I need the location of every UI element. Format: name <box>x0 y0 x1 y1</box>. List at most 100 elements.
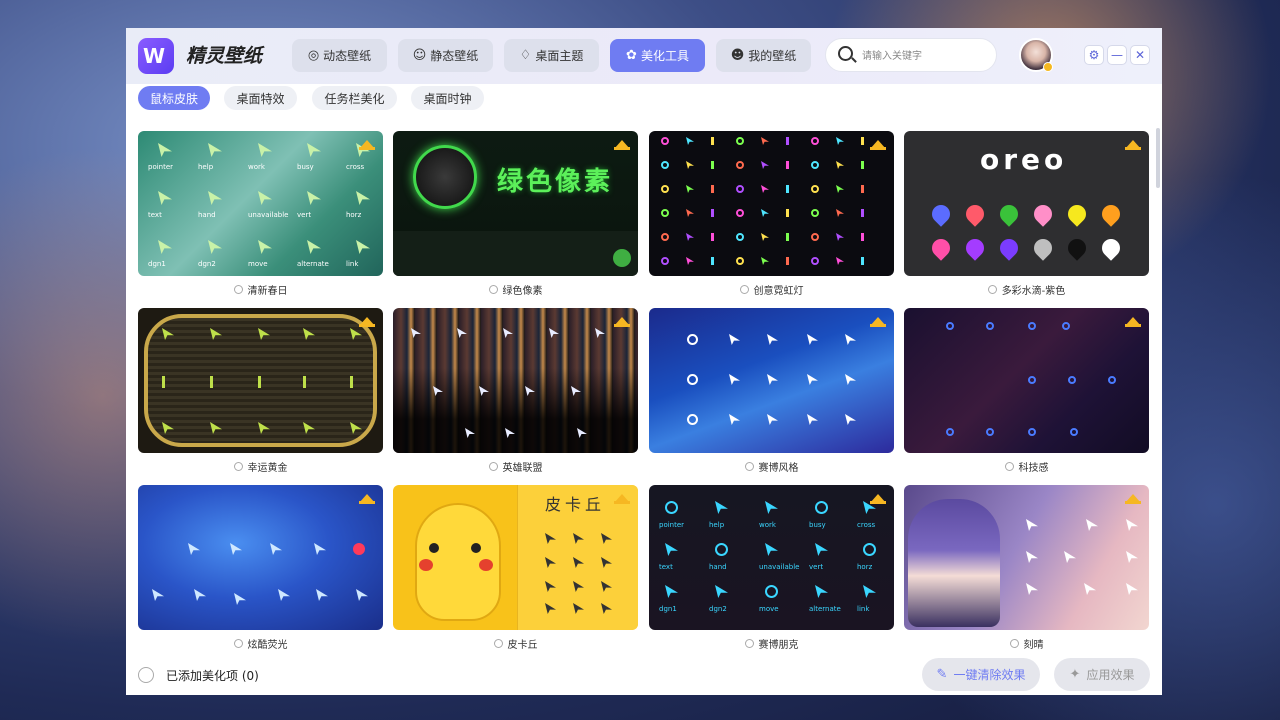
cursor-glyph-icon <box>1026 583 1038 595</box>
cursor-glyph-icon <box>208 191 222 205</box>
premium-crown-icon <box>614 315 630 327</box>
skin-thumbnail[interactable]: pointer help work busy cross text hand unavaila… <box>649 485 894 630</box>
skin-card[interactable]: 幸运黄金 <box>138 308 383 476</box>
skin-thumbnail[interactable] <box>138 485 383 630</box>
skin-label[interactable]: 英雄联盟 <box>393 458 638 474</box>
skin-card[interactable]: 英雄联盟 <box>393 308 638 476</box>
cursor-label: link <box>857 605 870 613</box>
select-radio[interactable] <box>488 461 498 471</box>
skin-thumbnail[interactable] <box>649 131 894 276</box>
skin-thumbnail[interactable] <box>904 308 1149 453</box>
cursor-glyph-icon <box>767 414 778 425</box>
cursor-label: cross <box>346 163 365 171</box>
skin-name: 幸运黄金 <box>247 462 288 474</box>
cursor-glyph-icon <box>1084 583 1096 595</box>
cursor-glyph-icon <box>307 191 321 205</box>
skin-label[interactable]: 赛博风格 <box>649 458 894 474</box>
skin-label[interactable]: 幸运黄金 <box>138 458 383 474</box>
skin-thumbnail[interactable] <box>393 308 638 453</box>
subtab-desktop-effects[interactable]: 桌面特效 <box>224 86 297 110</box>
skin-label[interactable]: 清新春日 <box>138 281 383 297</box>
select-all-radio[interactable] <box>138 667 154 683</box>
apply-effects-button[interactable]: ✦ 应用效果 <box>1054 658 1150 691</box>
cursor-glyph-icon <box>687 374 698 385</box>
tab-label: 桌面主题 <box>535 49 584 63</box>
skin-thumbnail[interactable]: 皮卡丘 <box>393 485 638 630</box>
tab-static-wallpaper[interactable]: ☺ 静态壁纸 <box>398 39 493 72</box>
cursor-glyph-icon <box>811 137 819 145</box>
cursor-glyph-icon <box>711 209 714 217</box>
select-radio[interactable] <box>987 284 997 294</box>
scrollbar[interactable] <box>1156 128 1160 188</box>
cursor-glyph-icon <box>549 328 559 338</box>
select-radio[interactable] <box>739 284 749 294</box>
select-radio[interactable] <box>233 638 243 648</box>
skin-card[interactable]: 刻晴 <box>904 485 1149 653</box>
select-radio[interactable] <box>233 461 243 471</box>
cursor-glyph-icon <box>314 543 326 555</box>
skin-card[interactable]: pointer help work busy cross text hand unavaila… <box>138 131 383 299</box>
cursor-glyph-icon <box>1028 322 1036 330</box>
skin-card[interactable]: pointer help work busy cross text hand unavaila… <box>649 485 894 653</box>
skin-thumbnail[interactable] <box>904 485 1149 630</box>
select-radio[interactable] <box>1009 638 1019 648</box>
close-button[interactable]: ✕ <box>1130 45 1150 65</box>
tab-my-wallpaper[interactable]: ☻ 我的壁纸 <box>716 39 811 72</box>
minimize-button[interactable]: — <box>1107 45 1127 65</box>
cursor-label: dgn1 <box>148 260 166 268</box>
cursor-glyph-icon <box>210 376 213 388</box>
pikachu-eye <box>429 543 439 553</box>
skin-name: 多彩水滴-紫色 <box>1001 285 1066 297</box>
tab-beautify-tools[interactable]: ✿ 美化工具 <box>610 39 705 72</box>
cursor-glyph-icon <box>686 137 694 145</box>
skin-label[interactable]: 创意霓虹灯 <box>649 281 894 297</box>
cursor-glyph-icon <box>686 161 694 169</box>
footer-bar: 已添加美化项 (0) ✎ 一键清除效果 ✦ 应用效果 <box>126 655 1162 695</box>
skin-card[interactable]: 绿色像素 绿色像素 <box>393 131 638 299</box>
skin-thumbnail[interactable] <box>138 308 383 453</box>
select-radio[interactable] <box>493 638 503 648</box>
select-radio[interactable] <box>233 284 243 294</box>
cursor-glyph-icon <box>836 161 844 169</box>
skin-card[interactable]: 炫酷荧光 <box>138 485 383 653</box>
cursor-glyph-icon <box>761 185 769 193</box>
skin-label[interactable]: 炫酷荧光 <box>138 635 383 651</box>
cursor-glyph-icon <box>1098 201 1124 227</box>
select-radio[interactable] <box>488 284 498 294</box>
skin-thumbnail[interactable] <box>649 308 894 453</box>
skin-card[interactable]: oreo 多彩水滴-紫色 <box>904 131 1149 299</box>
settings-button[interactable]: ⚙ <box>1084 45 1104 65</box>
clear-effects-button[interactable]: ✎ 一键清除效果 <box>922 658 1040 691</box>
search-input[interactable] <box>862 47 990 65</box>
subtab-taskbar-beautify[interactable]: 任务栏美化 <box>312 86 397 110</box>
tab-desktop-theme[interactable]: ♢ 桌面主题 <box>504 39 599 72</box>
cursor-glyph-icon <box>661 209 669 217</box>
select-radio[interactable] <box>744 461 754 471</box>
premium-crown-icon <box>870 138 886 150</box>
search-icon[interactable] <box>838 46 853 61</box>
avatar[interactable] <box>1019 38 1053 72</box>
cursor-label: hand <box>709 563 727 571</box>
skin-label[interactable]: 科技感 <box>904 458 1149 474</box>
select-radio[interactable] <box>1004 461 1014 471</box>
subtab-desktop-clock[interactable]: 桌面时钟 <box>411 86 484 110</box>
select-radio[interactable] <box>744 638 754 648</box>
skin-card[interactable]: 科技感 <box>904 308 1149 476</box>
skin-label[interactable]: 刻晴 <box>904 635 1149 651</box>
cursor-glyph-icon <box>158 240 172 254</box>
skin-label[interactable]: 绿色像素 <box>393 281 638 297</box>
skin-label[interactable]: 皮卡丘 <box>393 635 638 651</box>
skin-card[interactable]: 赛博风格 <box>649 308 894 476</box>
skin-thumbnail[interactable]: 绿色像素 <box>393 131 638 276</box>
cursor-glyph-icon <box>1126 519 1138 531</box>
cursor-glyph-icon <box>686 257 694 265</box>
skin-label[interactable]: 赛博朋克 <box>649 635 894 651</box>
skin-card[interactable]: 皮卡丘 皮卡丘 <box>393 485 638 653</box>
skin-thumbnail[interactable]: oreo <box>904 131 1149 276</box>
skin-card[interactable]: 创意霓虹灯 <box>649 131 894 299</box>
skin-thumbnail[interactable]: pointer help work busy cross text hand unavaila… <box>138 131 383 276</box>
subtab-cursor-skin[interactable]: 鼠标皮肤 <box>138 86 210 110</box>
skin-label[interactable]: 多彩水滴-紫色 <box>904 281 1149 297</box>
tab-dynamic-wallpaper[interactable]: ◎ 动态壁纸 <box>292 39 387 72</box>
cursor-glyph-icon <box>736 161 744 169</box>
